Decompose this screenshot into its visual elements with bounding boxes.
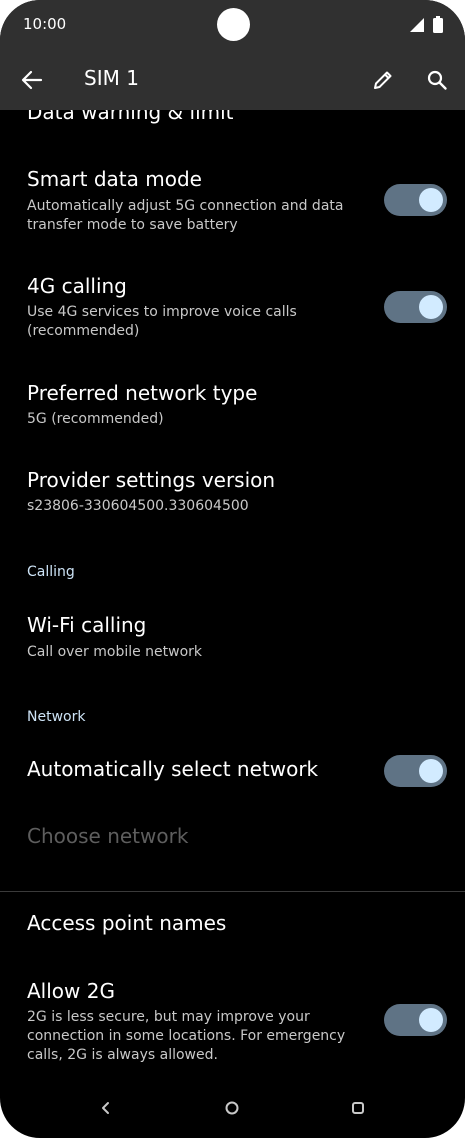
status-time: 10:00 (23, 15, 67, 33)
toggle-knob (419, 759, 443, 783)
provider-settings-item[interactable]: Provider settings version s23806-3306045… (0, 466, 465, 526)
auto-select-network-item[interactable]: Automatically select network (0, 750, 465, 795)
smart-data-mode-item[interactable]: Smart data mode Automatically adjust 5G … (0, 162, 465, 242)
access-point-names-item[interactable]: Access point names (0, 906, 465, 951)
preferred-network-subtitle: 5G (recommended) (27, 411, 164, 427)
network-section-header: Network (27, 709, 86, 725)
wifi-calling-subtitle: Call over mobile network (27, 644, 203, 660)
toggle-knob (419, 295, 443, 319)
choose-network-title: Choose network (27, 824, 189, 848)
system-nav-bar (0, 1078, 465, 1138)
calling-4g-toggle[interactable] (384, 291, 447, 323)
top-app-bar: SIM 1 (0, 50, 465, 110)
smart-data-mode-toggle[interactable] (384, 184, 447, 216)
edit-pencil-icon (374, 71, 392, 89)
back-arrow-icon (21, 70, 43, 90)
wifi-calling-item[interactable]: Wi-Fi calling Call over mobile network (0, 610, 465, 670)
allow-2g-item[interactable]: Allow 2G 2G is less secure, but may impr… (0, 974, 465, 1070)
phone-screen: 10:00 SIM 1 Data warning & limit Smart d… (0, 0, 465, 1138)
battery-icon (433, 16, 443, 33)
search-icon (427, 70, 447, 90)
camera-cutout (217, 8, 250, 41)
access-point-names-title: Access point names (27, 911, 227, 935)
calling-section-header: Calling (27, 564, 75, 580)
settings-list[interactable]: Data warning & limit Smart data mode Aut… (0, 110, 465, 1070)
allow-2g-title: Allow 2G (27, 979, 115, 1003)
smart-data-mode-title: Smart data mode (27, 167, 202, 191)
back-button[interactable] (16, 64, 48, 96)
calling-4g-item[interactable]: 4G calling Use 4G services to improve vo… (0, 270, 465, 350)
nav-home-button[interactable] (216, 1092, 248, 1124)
allow-2g-toggle[interactable] (384, 1004, 447, 1036)
toggle-knob (419, 1008, 443, 1032)
edit-button[interactable] (367, 64, 399, 96)
search-button[interactable] (421, 64, 453, 96)
page-title: SIM 1 (84, 66, 139, 90)
nav-back-icon (102, 1102, 109, 1114)
provider-settings-subtitle: s23806-330604500.330604500 (27, 498, 249, 514)
data-warning-item[interactable]: Data warning & limit (0, 110, 465, 144)
preferred-network-item[interactable]: Preferred network type 5G (recommended) (0, 378, 465, 438)
signal-icon (410, 17, 424, 32)
nav-recents-icon (352, 1102, 364, 1114)
wifi-calling-title: Wi-Fi calling (27, 613, 147, 637)
auto-select-network-title: Automatically select network (27, 757, 319, 781)
provider-settings-title: Provider settings version (27, 468, 276, 492)
calling-4g-title: 4G calling (27, 274, 127, 298)
data-warning-title: Data warning & limit (27, 110, 234, 124)
choose-network-item: Choose network (0, 818, 465, 858)
calling-4g-subtitle: Use 4G services to improve voice calls (… (27, 304, 297, 339)
smart-data-mode-subtitle: Automatically adjust 5G connection and d… (27, 198, 344, 233)
allow-2g-subtitle: 2G is less secure, but may improve your … (27, 1009, 346, 1063)
section-divider (0, 891, 465, 892)
nav-back-button[interactable] (90, 1092, 122, 1124)
auto-select-network-toggle[interactable] (384, 755, 447, 787)
preferred-network-title: Preferred network type (27, 381, 258, 405)
toggle-knob (419, 188, 443, 212)
nav-home-icon (225, 1101, 239, 1115)
status-icons (409, 16, 443, 33)
nav-recents-button[interactable] (342, 1092, 374, 1124)
